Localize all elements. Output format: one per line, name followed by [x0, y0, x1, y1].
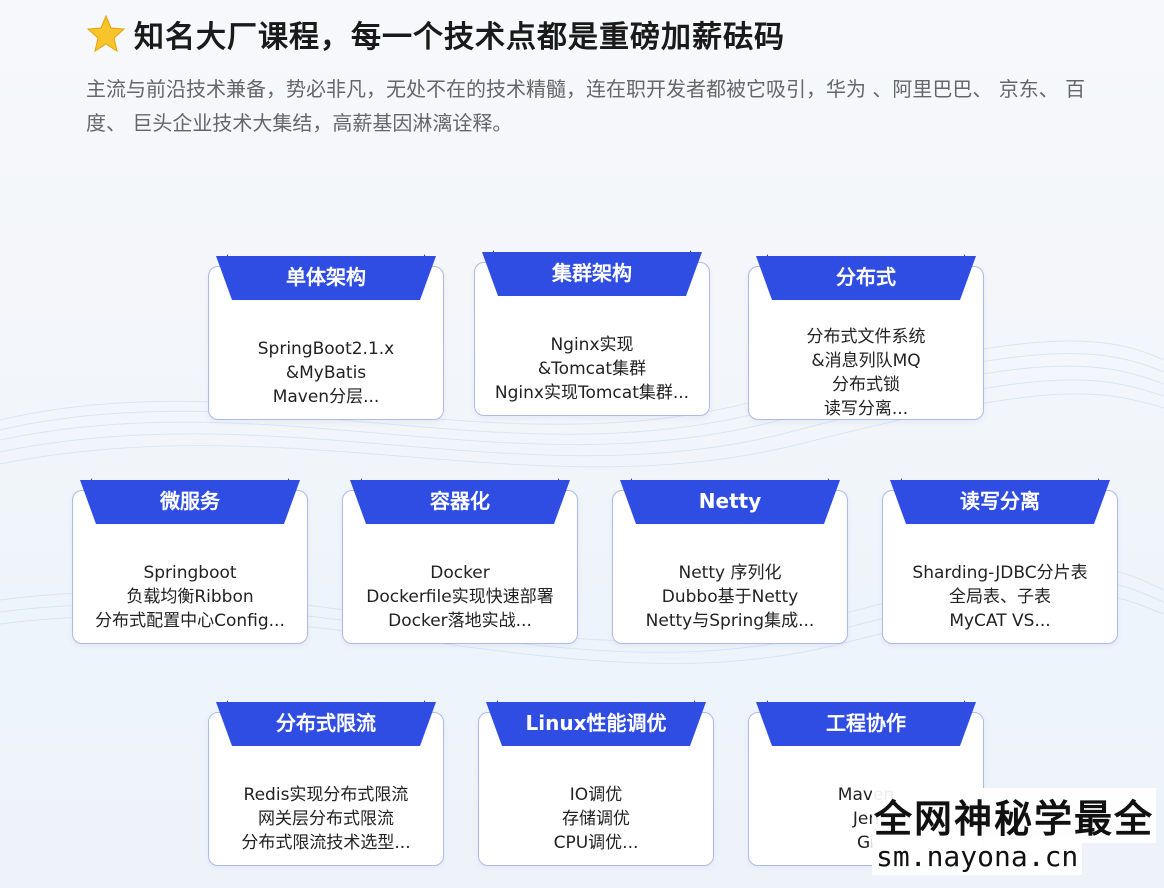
card-title-tab: 容器化	[350, 478, 570, 524]
watermark-line1: 全网神秘学最全	[872, 788, 1157, 843]
card-topic-line: IO调优	[569, 785, 623, 805]
card-topics: Docker Dockerfile实现快速部署 Docker落地实战...	[343, 561, 577, 633]
card-topic-line: Netty与Spring集成...	[645, 611, 815, 631]
course-card: Springboot 负载均衡Ribbon 分布式配置中心Config... 微服务	[72, 478, 308, 644]
card-title: 微服务	[160, 489, 220, 513]
card-topics: Springboot 负载均衡Ribbon 分布式配置中心Config...	[73, 561, 307, 633]
card-topic-line: Docker	[430, 563, 490, 583]
card-title-tab: 读写分离	[890, 478, 1110, 524]
course-card: Sharding-JDBC分片表 全局表、子表 MyCAT VS... 读写分离	[882, 478, 1118, 644]
card-title-tab: 工程协作	[756, 700, 976, 746]
card-title-tab: Netty	[620, 478, 840, 524]
card-topics: Redis实现分布式限流 网关层分布式限流 分布式限流技术选型...	[209, 783, 443, 855]
card-topics: Nginx实现 &Tomcat集群 Nginx实现Tomcat集群...	[475, 333, 709, 405]
card-title: 单体架构	[286, 265, 366, 289]
card-topic-line: 分布式文件系统	[806, 327, 926, 347]
card-topics: Netty 序列化 Dubbo基于Netty Netty与Spring集成...	[613, 561, 847, 633]
card-title: Netty	[698, 489, 762, 513]
course-card: Docker Dockerfile实现快速部署 Docker落地实战... 容器化	[342, 478, 578, 644]
card-topic-line: &Tomcat集群	[537, 359, 647, 379]
card-topic-line: 存储调优	[562, 809, 630, 829]
card-title-tab: 集群架构	[482, 250, 702, 296]
course-card: Redis实现分布式限流 网关层分布式限流 分布式限流技术选型... 分布式限流	[208, 700, 444, 866]
card-topic-line: 读写分离...	[823, 399, 909, 419]
card-title: 容器化	[430, 489, 490, 513]
card-topics: Sharding-JDBC分片表 全局表、子表 MyCAT VS...	[883, 561, 1117, 633]
card-topics: IO调优存储调优 CPU调优...	[479, 783, 713, 855]
card-topic-line: Netty 序列化	[678, 563, 782, 583]
card-topic-line: &MyBatis	[285, 363, 367, 383]
card-title: 分布式	[836, 265, 896, 289]
card-topic-line: 分布式锁	[832, 375, 900, 395]
card-title: 集群架构	[552, 261, 632, 285]
card-topic-line: 负载均衡Ribbon	[126, 587, 254, 607]
card-topic-line: Dubbo基于Netty	[661, 587, 799, 607]
card-topic-line: Springboot	[143, 563, 237, 583]
watermark: 全网神秘学最全 sm.nayona.cn	[866, 780, 1164, 888]
card-topic-line: &消息列队MQ	[811, 351, 921, 371]
card-topic-line: Nginx实现	[550, 335, 634, 355]
card-topic-line: Nginx实现Tomcat集群...	[494, 383, 690, 403]
card-title: 读写分离	[960, 489, 1040, 513]
card-topic-line: 分布式限流技术选型...	[241, 833, 411, 853]
course-card: Nginx实现 &Tomcat集群 Nginx实现Tomcat集群... 集群架构	[474, 250, 710, 416]
card-topics: 分布式文件系统 &消息列队MQ 分布式锁读写分离...	[749, 325, 983, 421]
card-topic-line: Dockerfile实现快速部署	[366, 587, 554, 607]
card-topic-line: SpringBoot2.1.x	[257, 339, 395, 359]
card-topic-line: Sharding-JDBC分片表	[912, 563, 1088, 583]
card-topic-line: 分布式配置中心Config...	[95, 611, 285, 631]
card-topic-line: 全局表、子表	[949, 587, 1051, 607]
star-icon	[86, 14, 126, 53]
title-row: 知名大厂课程，每一个技术点都是重磅加薪砝码	[86, 10, 1126, 58]
course-card: IO调优存储调优 CPU调优... Linux性能调优	[478, 700, 714, 866]
card-topic-line: Maven分层...	[272, 387, 380, 407]
card-topics: SpringBoot2.1.x &MyBatis Maven分层...	[209, 337, 443, 409]
card-title-tab: 分布式	[756, 254, 976, 300]
section-header: 知名大厂课程，每一个技术点都是重磅加薪砝码 主流与前沿技术兼备，势必非凡，无处不…	[86, 10, 1126, 140]
page-subtitle: 主流与前沿技术兼备，势必非凡，无处不在的技术精髓，连在职开发者都被它吸引，华为 …	[86, 77, 1086, 135]
card-topic-line: MyCAT VS...	[949, 611, 1051, 631]
card-title: 分布式限流	[276, 711, 376, 735]
watermark-line2: sm.nayona.cn	[872, 838, 1083, 875]
card-title: 工程协作	[826, 711, 906, 735]
course-card: Netty 序列化 Dubbo基于Netty Netty与Spring集成... Ne…	[612, 478, 848, 644]
card-topic-line: CPU调优...	[553, 833, 639, 853]
card-topic-line: 网关层分布式限流	[258, 809, 394, 829]
card-title: Linux性能调优	[525, 711, 667, 735]
card-title-tab: Linux性能调优	[486, 700, 706, 746]
card-title-tab: 微服务	[80, 478, 300, 524]
page-title: 知名大厂课程，每一个技术点都是重磅加薪砝码	[134, 20, 785, 55]
card-title-tab: 单体架构	[216, 254, 436, 300]
card-topic-line: Docker落地实战...	[388, 611, 532, 631]
course-card: SpringBoot2.1.x &MyBatis Maven分层... 单体架构	[208, 254, 444, 420]
card-topic-line: Redis实现分布式限流	[243, 785, 409, 805]
card-title-tab: 分布式限流	[216, 700, 436, 746]
course-card: 分布式文件系统 &消息列队MQ 分布式锁读写分离... 分布式	[748, 254, 984, 420]
